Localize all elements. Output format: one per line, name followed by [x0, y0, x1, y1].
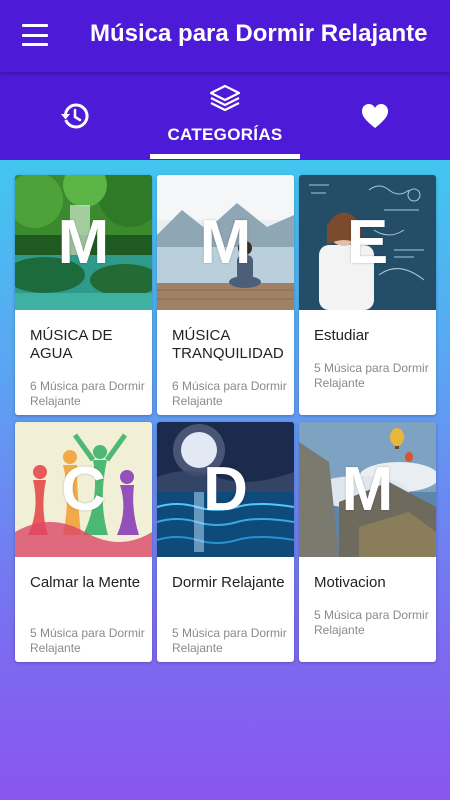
category-title: Calmar la Mente — [30, 574, 141, 591]
tab-history[interactable] — [0, 72, 150, 160]
category-title: MÚSICA DE AGUA — [30, 327, 113, 362]
category-card[interactable]: M Motivacion 5 Música para Dormir Relaja… — [299, 422, 436, 662]
category-subtitle: 6 Música para Dormir Relajante — [30, 379, 145, 408]
category-title: Estudiar — [314, 327, 370, 344]
category-subtitle: 5 Música para Dormir Relajante — [30, 626, 145, 655]
app-title: Música para Dormir Relajante — [90, 20, 428, 47]
meditation-lake-image: M — [157, 175, 294, 310]
tab-categories[interactable]: CATEGORÍAS — [150, 72, 300, 160]
category-subtitle: 5 Música para Dormir Relajante — [314, 608, 429, 637]
category-letter: M — [57, 208, 110, 277]
category-letter: E — [346, 208, 389, 277]
active-tab-indicator — [150, 154, 300, 159]
category-title: MÚSICA TRANQUILIDAD — [172, 327, 284, 362]
category-card[interactable]: C Calmar la Mente 5 Música para Dormir R… — [15, 422, 152, 662]
history-icon — [61, 103, 89, 129]
menu-icon[interactable] — [22, 24, 48, 46]
category-letter: M — [199, 208, 252, 277]
tab-categories-label: CATEGORÍAS — [167, 125, 283, 144]
category-subtitle: 6 Música para Dormir Relajante — [172, 379, 287, 408]
category-subtitle: 5 Música para Dormir Relajante — [172, 626, 287, 655]
layers-icon — [209, 84, 241, 112]
moon-ocean-image: D — [157, 422, 294, 557]
scientist-formulas-image: E — [299, 175, 436, 310]
category-letter: C — [61, 455, 106, 524]
forest-waterfall-image: M — [15, 175, 152, 310]
mountain-balloons-image: M — [299, 422, 436, 557]
category-card[interactable]: D Dormir Relajante 5 Música para Dormir … — [157, 422, 294, 662]
category-letter: M — [341, 455, 394, 524]
heart-icon — [362, 104, 388, 128]
category-letter: D — [203, 455, 248, 524]
category-title: Motivacion — [314, 574, 386, 591]
category-card[interactable]: M MÚSICA DE AGUA 6 Música para Dormir Re… — [15, 175, 152, 415]
tab-bar: CATEGORÍAS — [0, 72, 450, 160]
category-subtitle: 5 Música para Dormir Relajante — [314, 361, 429, 390]
app-bar: Música para Dormir Relajante — [0, 0, 450, 72]
tab-favorites[interactable] — [300, 72, 450, 160]
category-title: Dormir Relajante — [172, 574, 285, 591]
yoga-silhouettes-image: C — [15, 422, 152, 557]
category-card[interactable]: M MÚSICA TRANQUILIDAD 6 Música para Dorm… — [157, 175, 294, 415]
category-card[interactable]: E Estudiar 5 Música para Dormir Relajant… — [299, 175, 436, 415]
